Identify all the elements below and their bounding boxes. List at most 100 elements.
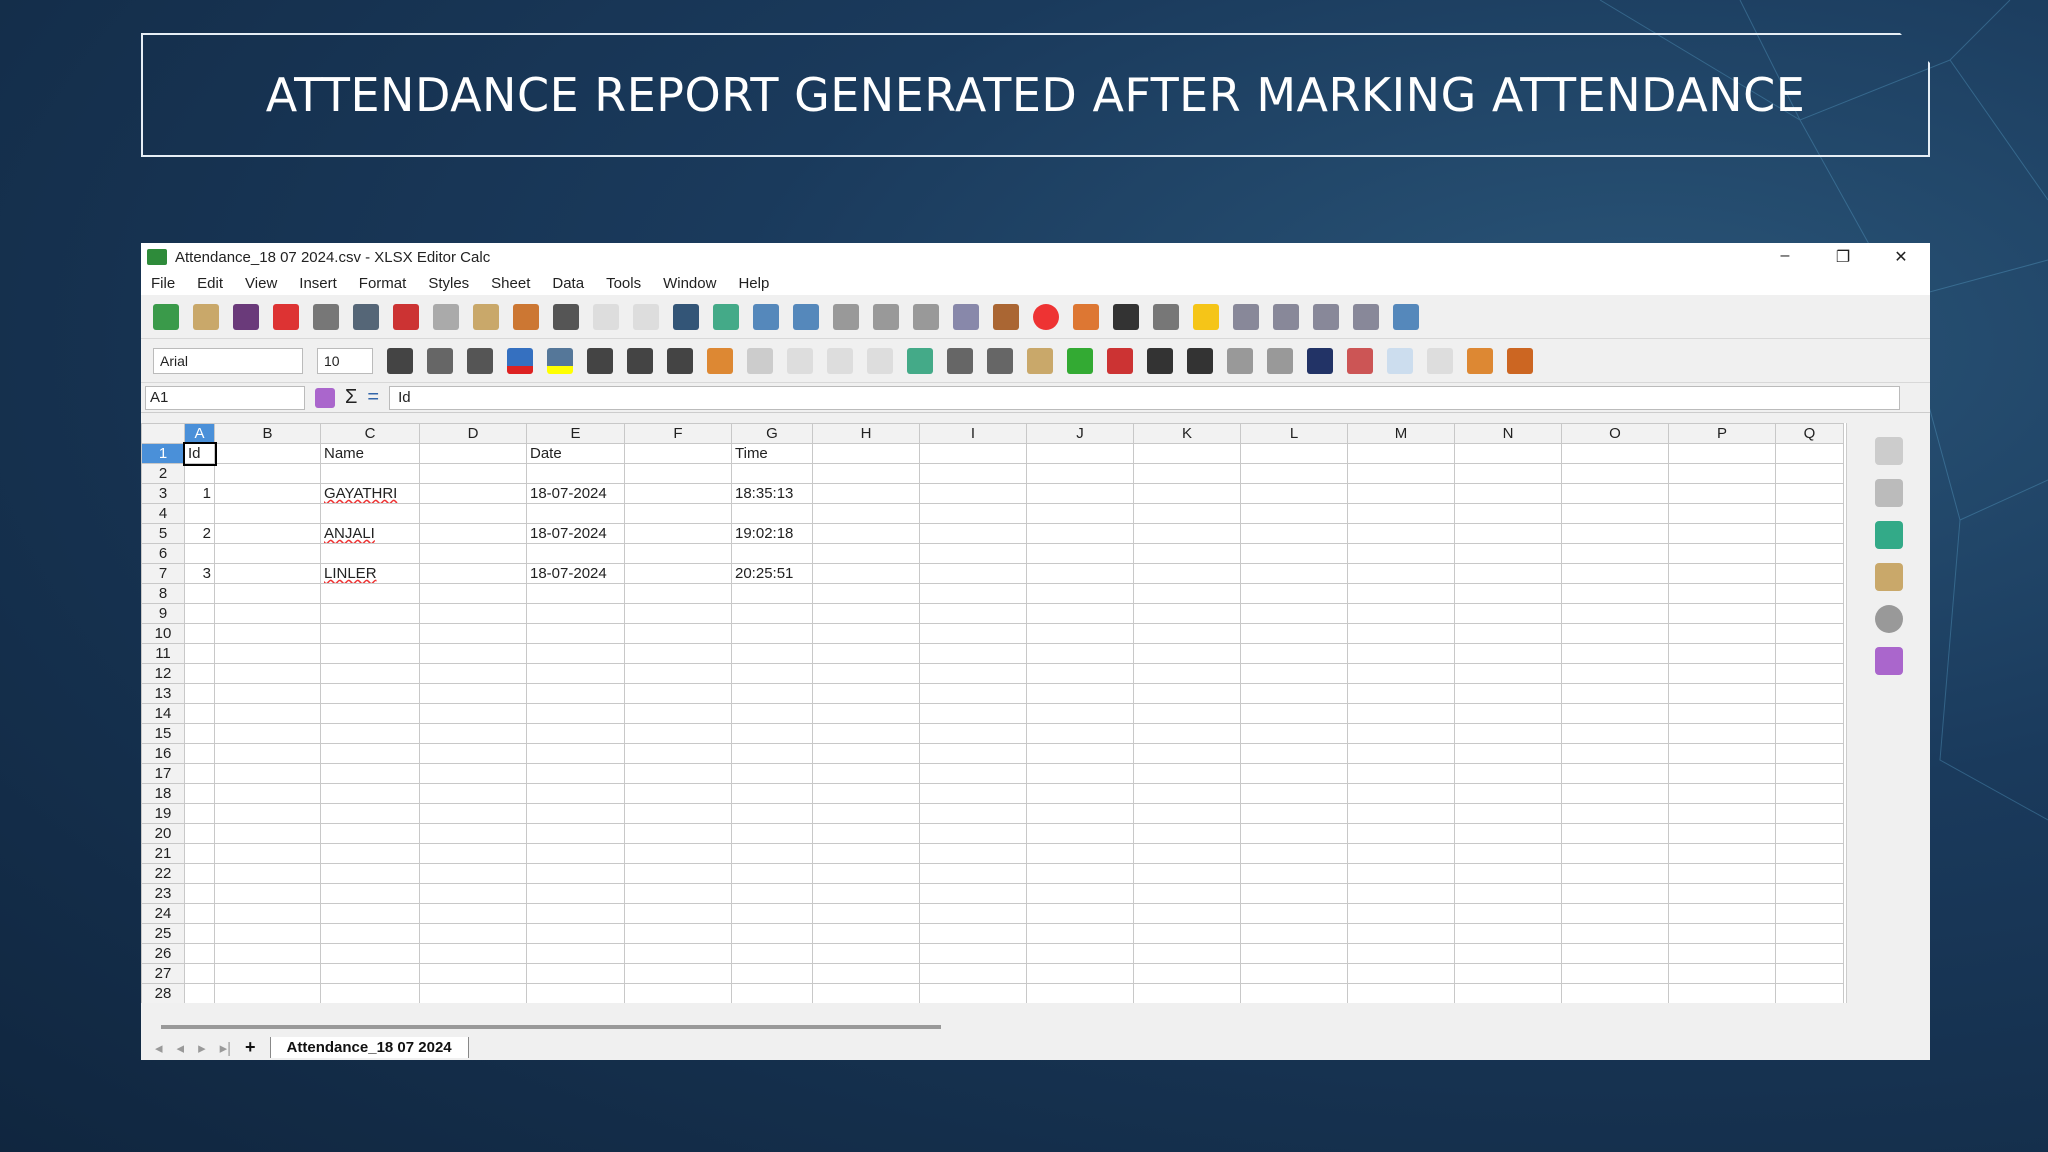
cell-P6[interactable] — [1668, 543, 1776, 564]
cell-B20[interactable] — [214, 823, 321, 844]
export-pdf-icon[interactable] — [273, 303, 299, 330]
cell-F6[interactable] — [624, 543, 732, 564]
cell-Q14[interactable] — [1775, 703, 1844, 724]
cell-N27[interactable] — [1454, 963, 1562, 984]
cell-L16[interactable] — [1240, 743, 1348, 764]
cell-P3[interactable] — [1668, 483, 1776, 504]
cell-Q3[interactable] — [1775, 483, 1844, 504]
clear-formatting-icon[interactable] — [553, 303, 579, 330]
cell-H23[interactable] — [812, 883, 920, 904]
cell-Q20[interactable] — [1775, 823, 1844, 844]
cell-C4[interactable] — [320, 503, 420, 524]
cell-C1[interactable]: Name — [320, 443, 420, 464]
cell-Q6[interactable] — [1775, 543, 1844, 564]
cell-B25[interactable] — [214, 923, 321, 944]
column-header-P[interactable]: P — [1668, 423, 1776, 444]
cell-D10[interactable] — [419, 623, 527, 644]
menu-sheet[interactable]: Sheet — [491, 275, 530, 292]
cell-D3[interactable] — [419, 483, 527, 504]
cell-G18[interactable] — [731, 783, 813, 804]
cell-A9[interactable] — [184, 603, 215, 624]
cell-P1[interactable] — [1668, 443, 1776, 464]
cell-J25[interactable] — [1026, 923, 1134, 944]
cell-J1[interactable] — [1026, 443, 1134, 464]
cell-D18[interactable] — [419, 783, 527, 804]
cell-C22[interactable] — [320, 863, 420, 884]
row-header[interactable]: 4 — [141, 503, 185, 524]
cell-O4[interactable] — [1561, 503, 1669, 524]
cell-O15[interactable] — [1561, 723, 1669, 744]
cell-E22[interactable] — [526, 863, 625, 884]
cell-M7[interactable] — [1347, 563, 1455, 584]
cell-C19[interactable] — [320, 803, 420, 824]
cell-K25[interactable] — [1133, 923, 1241, 944]
cell-E9[interactable] — [526, 603, 625, 624]
cell-E21[interactable] — [526, 843, 625, 864]
column-header-I[interactable]: I — [919, 423, 1027, 444]
cell-C20[interactable] — [320, 823, 420, 844]
cell-B6[interactable] — [214, 543, 321, 564]
cell-G12[interactable] — [731, 663, 813, 684]
cell-J23[interactable] — [1026, 883, 1134, 904]
cell-O28[interactable] — [1561, 983, 1669, 1003]
cell-E14[interactable] — [526, 703, 625, 724]
cell-K16[interactable] — [1133, 743, 1241, 764]
cell-D4[interactable] — [419, 503, 527, 524]
row-icon[interactable] — [753, 303, 779, 330]
cell-C21[interactable] — [320, 843, 420, 864]
cell-G28[interactable] — [731, 983, 813, 1003]
cell-N2[interactable] — [1454, 463, 1562, 484]
cell-B4[interactable] — [214, 503, 321, 524]
cut-icon[interactable] — [393, 303, 419, 330]
cell-H13[interactable] — [812, 683, 920, 704]
merge-cells-icon[interactable] — [747, 347, 773, 374]
paste-icon[interactable] — [473, 303, 499, 330]
cell-A23[interactable] — [184, 883, 215, 904]
horizontal-scrollbar[interactable] — [161, 1025, 941, 1029]
cell-I10[interactable] — [919, 623, 1027, 644]
cell-M1[interactable] — [1347, 443, 1455, 464]
cell-F19[interactable] — [624, 803, 732, 824]
cell-I28[interactable] — [919, 983, 1027, 1003]
cell-L15[interactable] — [1240, 723, 1348, 744]
row-header[interactable]: 11 — [141, 643, 185, 664]
cell-L26[interactable] — [1240, 943, 1348, 964]
cell-F24[interactable] — [624, 903, 732, 924]
cell-E19[interactable] — [526, 803, 625, 824]
cell-C24[interactable] — [320, 903, 420, 924]
function-wizard-icon[interactable] — [315, 387, 335, 408]
align-top-icon[interactable] — [787, 347, 813, 374]
cell-I18[interactable] — [919, 783, 1027, 804]
menu-format[interactable]: Format — [359, 275, 407, 292]
define-print-area-icon[interactable] — [1273, 303, 1299, 330]
cell-Q12[interactable] — [1775, 663, 1844, 684]
cell-M4[interactable] — [1347, 503, 1455, 524]
cell-I2[interactable] — [919, 463, 1027, 484]
cell-O7[interactable] — [1561, 563, 1669, 584]
cell-I25[interactable] — [919, 923, 1027, 944]
cell-B22[interactable] — [214, 863, 321, 884]
cell-P5[interactable] — [1668, 523, 1776, 544]
cell-Q8[interactable] — [1775, 583, 1844, 604]
cell-A21[interactable] — [184, 843, 215, 864]
cell-I7[interactable] — [919, 563, 1027, 584]
cell-K11[interactable] — [1133, 643, 1241, 664]
prev-sheet-button[interactable]: ◂ — [177, 1039, 185, 1057]
column-header-K[interactable]: K — [1133, 423, 1241, 444]
cell-I9[interactable] — [919, 603, 1027, 624]
cell-G16[interactable] — [731, 743, 813, 764]
cell-O27[interactable] — [1561, 963, 1669, 984]
cell-B17[interactable] — [214, 763, 321, 784]
align-right-icon[interactable] — [667, 347, 693, 374]
cell-J12[interactable] — [1026, 663, 1134, 684]
cell-M23[interactable] — [1347, 883, 1455, 904]
cell-M17[interactable] — [1347, 763, 1455, 784]
cell-H21[interactable] — [812, 843, 920, 864]
cell-P28[interactable] — [1668, 983, 1776, 1003]
sort-descending-icon[interactable] — [873, 303, 899, 330]
cell-J4[interactable] — [1026, 503, 1134, 524]
cell-N16[interactable] — [1454, 743, 1562, 764]
cell-O6[interactable] — [1561, 543, 1669, 564]
cell-J9[interactable] — [1026, 603, 1134, 624]
cell-H3[interactable] — [812, 483, 920, 504]
